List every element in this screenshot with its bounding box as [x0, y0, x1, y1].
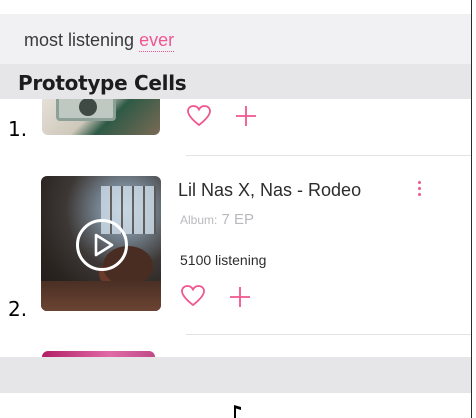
listening-count: 5100 listening	[180, 252, 267, 268]
track-index: 2.	[8, 297, 28, 321]
window-edge	[471, 0, 476, 418]
music-note-icon[interactable]	[231, 404, 243, 418]
track-thumbnail[interactable]	[41, 176, 161, 311]
more-vertical-icon[interactable]	[414, 178, 424, 200]
play-icon	[94, 233, 114, 257]
heart-icon[interactable]	[180, 284, 206, 308]
track-title: Lil Nas X, Nas - Rodeo	[178, 180, 362, 200]
track-thumbnail[interactable]	[42, 99, 160, 135]
separator	[186, 155, 471, 156]
radio-image	[56, 99, 116, 121]
heart-icon[interactable]	[186, 104, 212, 128]
section-footer	[0, 357, 471, 393]
separator	[186, 334, 471, 335]
search-bar[interactable]: most listening ever	[0, 14, 471, 64]
track-list[interactable]: 1. 2. Lil Nas X, Nas - Rodeo Album: 7 EP…	[0, 99, 471, 357]
track-index: 1.	[8, 117, 28, 141]
album-value: 7 EP	[221, 211, 255, 228]
album-label: Album:	[180, 213, 218, 227]
album-info: Album: 7 EP	[180, 211, 254, 228]
search-query[interactable]: most listening ever	[24, 30, 175, 52]
plus-icon[interactable]	[229, 286, 251, 308]
section-header: Prototype Cells	[0, 64, 471, 99]
studio-floor	[41, 281, 161, 311]
plus-icon[interactable]	[235, 105, 257, 127]
top-bar	[0, 0, 471, 14]
search-query-text: most listening	[24, 30, 135, 50]
search-query-highlight: ever	[139, 30, 175, 52]
section-title: Prototype Cells	[18, 71, 187, 95]
play-button[interactable]	[76, 219, 128, 271]
